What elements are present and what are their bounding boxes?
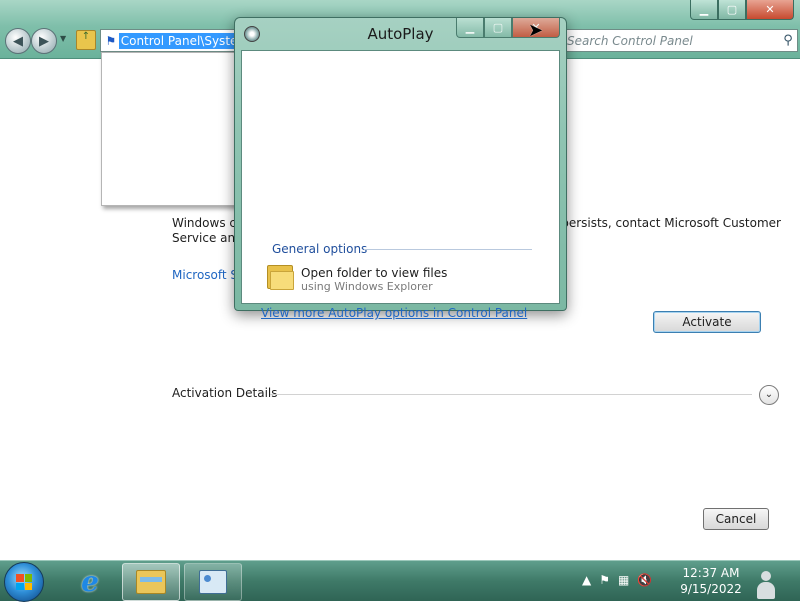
system-tray: ▲ ⚑ ▦ 🔇 xyxy=(582,573,652,587)
close-button[interactable]: ✕ xyxy=(746,0,794,20)
up-folder-icon[interactable]: ↑ xyxy=(76,30,96,50)
address-bar[interactable]: ⚑ Control Panel\System xyxy=(100,29,236,52)
forward-button[interactable]: ▶ xyxy=(31,28,57,54)
recent-pages-dropdown[interactable]: ▼ xyxy=(60,34,66,43)
internet-explorer-icon: e xyxy=(81,564,99,598)
activate-button[interactable]: Activate xyxy=(653,311,761,333)
network-icon[interactable]: ▦ xyxy=(618,573,629,587)
autoplay-content: General options Open folder to view file… xyxy=(241,50,560,320)
taskbar-internet-explorer[interactable]: e xyxy=(62,563,118,599)
autoplay-minimize-button[interactable]: ▁ xyxy=(456,18,484,38)
autoplay-maximize-button[interactable]: ▢ xyxy=(484,18,512,38)
show-hidden-icons-icon[interactable]: ▲ xyxy=(582,573,591,587)
more-autoplay-options-link[interactable]: View more AutoPlay options in Control Pa… xyxy=(261,306,527,320)
volume-muted-icon[interactable]: 🔇 xyxy=(637,573,652,587)
mouse-cursor-icon: ➤ xyxy=(528,20,544,41)
search-icon[interactable]: ⚲ xyxy=(779,33,797,48)
user-account-icon[interactable] xyxy=(752,563,780,599)
back-arrow-icon: ◀ xyxy=(13,33,23,49)
search-input[interactable]: Search Control Panel ⚲ xyxy=(562,29,798,52)
general-options-label: General options xyxy=(272,242,368,256)
flag-icon: ⚑ xyxy=(105,33,117,48)
activation-message-right: e persists, contact Microsoft Customer xyxy=(550,216,781,230)
minimize-button[interactable]: ▁ xyxy=(690,0,718,20)
autoplay-caption-buttons: ▁ ▢ ✕ xyxy=(456,18,560,38)
folder-icon[interactable] xyxy=(267,263,294,290)
cancel-button[interactable]: Cancel xyxy=(703,508,769,530)
maximize-button[interactable]: ▢ xyxy=(718,0,746,20)
taskbar: e ▲ ⚑ ▦ 🔇 12:37 AM 9/15/2022 xyxy=(0,560,800,602)
clock-date: 9/15/2022 xyxy=(680,582,742,596)
activation-details-label: Activation Details xyxy=(172,386,278,400)
windows-explorer-icon xyxy=(136,570,166,594)
taskbar-control-panel[interactable] xyxy=(184,563,242,601)
address-text: Control Panel\System xyxy=(118,32,235,49)
control-panel-icon xyxy=(199,570,227,594)
chevron-down-icon[interactable]: ⌄ xyxy=(759,385,779,405)
explorer-caption-buttons: ▁ ▢ ✕ xyxy=(690,0,794,20)
windows-logo-icon xyxy=(16,574,32,590)
open-folder-option-sub: using Windows Explorer xyxy=(301,280,433,293)
taskbar-windows-explorer[interactable] xyxy=(122,563,180,601)
divider xyxy=(270,394,752,395)
forward-arrow-icon: ▶ xyxy=(39,33,49,49)
action-center-flag-icon[interactable]: ⚑ xyxy=(599,573,610,587)
search-placeholder: Search Control Panel xyxy=(567,33,693,48)
section-divider xyxy=(364,249,532,250)
clock-time: 12:37 AM xyxy=(682,566,740,580)
autoplay-dialog: AutoPlay ▁ ▢ ✕ General options Open fold… xyxy=(234,17,567,320)
open-folder-option[interactable]: Open folder to view files xyxy=(301,266,447,280)
back-button[interactable]: ◀ xyxy=(5,28,31,54)
start-button[interactable] xyxy=(4,562,44,602)
clock[interactable]: 12:37 AM 9/15/2022 xyxy=(676,565,746,597)
